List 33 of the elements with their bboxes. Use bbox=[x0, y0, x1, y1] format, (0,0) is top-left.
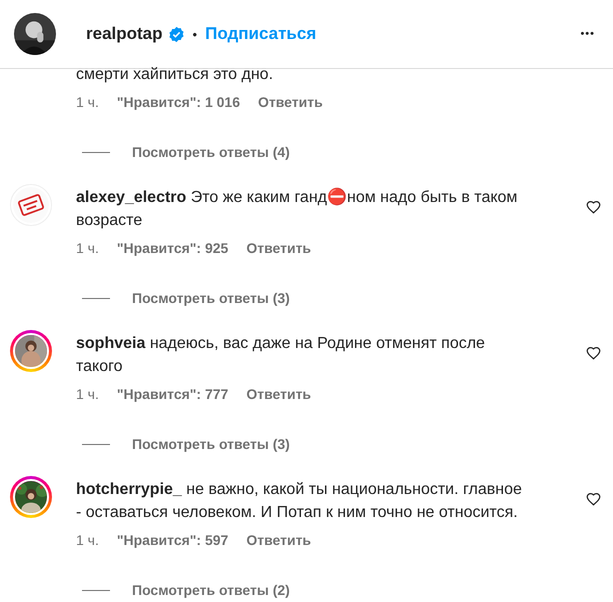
username[interactable]: alexey_electro bbox=[76, 189, 186, 206]
username[interactable]: sophveia bbox=[76, 335, 146, 352]
comment-text: hotcherrypie_ не важно, какой ты национальности. главное - оставаться человеком. И Потап к ним точно не относится. bbox=[76, 480, 523, 523]
timestamp: 1 ч. bbox=[76, 532, 99, 548]
likes-count[interactable]: "Нравится": 777 bbox=[116, 386, 228, 402]
follow-link[interactable]: Подписаться bbox=[205, 24, 316, 44]
avatar[interactable] bbox=[10, 476, 52, 518]
reply-button[interactable]: Ответить bbox=[246, 386, 312, 402]
timestamp: 1 ч. bbox=[76, 94, 99, 110]
likes-count[interactable]: "Нравится": 597 bbox=[116, 532, 228, 548]
likes-count[interactable]: "Нравится": 925 bbox=[116, 240, 228, 256]
comment-text: alexey_electro Это же каким ганд⛔ном надо быть в таком возрасте bbox=[76, 186, 518, 231]
view-replies-button[interactable]: Посмотреть ответы (3) bbox=[132, 436, 290, 452]
avatar[interactable] bbox=[10, 330, 52, 372]
comment-text: смерти хайпиться это дно. bbox=[76, 65, 274, 85]
comment-text: sophveia надеюсь, вас даже на Родине отменят после такого bbox=[76, 334, 486, 377]
timestamp: 1 ч. bbox=[76, 386, 99, 402]
separator-dot: • bbox=[192, 26, 198, 42]
reply-button[interactable]: Ответить bbox=[258, 94, 323, 110]
avatar[interactable] bbox=[10, 184, 52, 226]
heart-icon[interactable] bbox=[586, 492, 600, 507]
view-replies-button[interactable]: Посмотреть ответы (4) bbox=[132, 144, 290, 160]
more-options-button[interactable]: ••• bbox=[580, 28, 595, 40]
reply-button[interactable]: Ответить bbox=[246, 240, 312, 256]
view-replies-button[interactable]: Посмотреть ответы (2) bbox=[132, 582, 290, 598]
reply-button[interactable]: Ответить bbox=[246, 532, 312, 548]
heart-icon[interactable] bbox=[586, 200, 600, 215]
heart-icon[interactable] bbox=[586, 346, 600, 361]
username[interactable]: realpotap bbox=[86, 24, 163, 44]
view-replies-button[interactable]: Посмотреть ответы (3) bbox=[132, 290, 290, 306]
username[interactable]: hotcherrypie_ bbox=[76, 481, 182, 498]
timestamp: 1 ч. bbox=[76, 240, 99, 256]
likes-count[interactable]: "Нравится": 1 016 bbox=[116, 94, 240, 110]
